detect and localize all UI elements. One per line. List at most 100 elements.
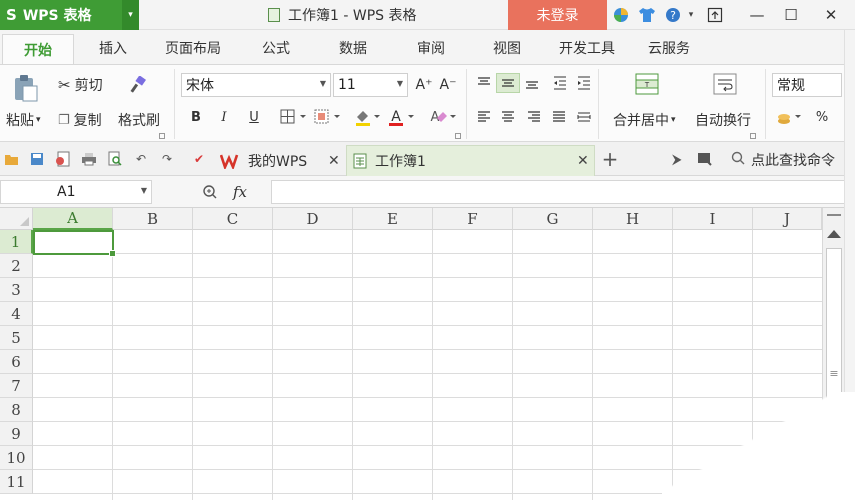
row-header-6[interactable]: 6 — [0, 350, 33, 374]
tab-my-wps[interactable]: 我的WPS ✕ — [218, 145, 344, 176]
tab-developer[interactable]: 开发工具 — [559, 38, 615, 58]
scroll-up-icon[interactable] — [827, 230, 841, 238]
wrap-text-button[interactable]: 自动换行 — [695, 110, 751, 130]
paste-icon[interactable] — [12, 73, 40, 103]
percent-button[interactable]: % — [812, 107, 832, 127]
merge-center-button[interactable]: 合并居中 ▾ — [613, 110, 676, 130]
align-center-icon[interactable] — [498, 107, 518, 127]
row-header-8[interactable]: 8 — [0, 398, 33, 422]
tab-cloud[interactable]: 云服务 — [648, 38, 690, 58]
row-header-2[interactable]: 2 — [0, 254, 33, 278]
distributed-align-icon[interactable] — [574, 107, 594, 127]
merge-dropdown[interactable]: ▾ — [671, 115, 676, 125]
increase-indent-icon[interactable] — [574, 73, 594, 93]
app-menu-button[interactable]: S WPS 表格 — [0, 0, 122, 30]
borders-button[interactable] — [278, 107, 312, 127]
name-box[interactable]: A1 ▼ — [0, 180, 152, 204]
column-header-h[interactable]: H — [593, 208, 673, 230]
align-bottom-icon[interactable] — [522, 73, 542, 93]
print-preview-icon[interactable] — [106, 150, 124, 168]
formula-input[interactable] — [271, 180, 855, 204]
column-header-d[interactable]: D — [273, 208, 353, 230]
align-right-icon[interactable] — [524, 107, 544, 127]
close-tab-icon[interactable]: ✕ — [328, 153, 340, 169]
zoom-formula-icon[interactable] — [200, 182, 220, 202]
format-painter-icon[interactable] — [128, 75, 148, 95]
font-color-button[interactable]: A — [386, 107, 420, 127]
new-tab-button[interactable]: + — [601, 147, 619, 171]
print-icon[interactable] — [80, 150, 98, 168]
row-header-4[interactable]: 4 — [0, 302, 33, 326]
minimize-button[interactable]: — — [738, 0, 776, 30]
tab-formulas[interactable]: 公式 — [262, 38, 290, 58]
underline-button[interactable]: U — [244, 107, 264, 127]
column-header-a[interactable]: A — [33, 208, 113, 230]
tab-page-layout[interactable]: 页面布局 — [165, 38, 221, 58]
row-header-5[interactable]: 5 — [0, 326, 33, 350]
row-header-9[interactable]: 9 — [0, 422, 33, 446]
fill-color-button[interactable] — [352, 107, 386, 127]
command-search[interactable]: 点此查找命令 — [731, 150, 835, 170]
clipboard-launcher-icon[interactable] — [159, 133, 165, 139]
bold-button[interactable]: B — [186, 107, 206, 127]
column-header-f[interactable]: F — [433, 208, 513, 230]
select-all-corner[interactable] — [0, 208, 33, 230]
maximize-button[interactable]: ☐ — [772, 0, 810, 30]
decrease-indent-icon[interactable] — [550, 73, 570, 93]
insert-function-button[interactable]: fx — [230, 182, 250, 202]
customize-qat-icon[interactable]: ✔ — [190, 150, 208, 168]
app-menu-dropdown[interactable]: ▾ — [122, 0, 139, 30]
skin-icon[interactable] — [638, 6, 656, 24]
row-header-11[interactable]: 11 — [0, 470, 33, 494]
export-pdf-icon[interactable] — [54, 150, 72, 168]
cut-button[interactable]: ✂ 剪切 — [58, 75, 103, 95]
row-header-7[interactable]: 7 — [0, 374, 33, 398]
redo-icon[interactable]: ↷ — [158, 150, 176, 168]
chevron-down-icon[interactable]: ▼ — [141, 186, 147, 195]
column-header-g[interactable]: G — [513, 208, 593, 230]
split-handle[interactable] — [827, 214, 841, 216]
wrap-text-icon[interactable] — [712, 71, 738, 97]
merge-cells-icon[interactable]: T — [634, 71, 660, 97]
align-top-icon[interactable] — [474, 73, 494, 93]
format-painter-button[interactable]: 格式刷 — [118, 110, 160, 130]
italic-button[interactable]: I — [214, 107, 234, 127]
tab-view[interactable]: 视图 — [493, 38, 521, 58]
login-button[interactable]: 未登录 — [508, 0, 607, 30]
align-middle-icon[interactable] — [496, 73, 520, 93]
font-size-select[interactable]: 11 ▼ — [333, 73, 408, 97]
tab-review[interactable]: 审阅 — [417, 38, 445, 58]
tab-insert[interactable]: 插入 — [99, 38, 127, 58]
restore-layout-button[interactable] — [696, 0, 734, 30]
column-header-c[interactable]: C — [193, 208, 273, 230]
column-header-e[interactable]: E — [353, 208, 433, 230]
font-launcher-icon[interactable] — [455, 133, 461, 139]
alignment-launcher-icon[interactable] — [750, 133, 756, 139]
row-header-1[interactable]: 1 — [0, 230, 33, 254]
tab-home[interactable]: 开始 — [2, 34, 74, 64]
align-left-icon[interactable] — [474, 107, 494, 127]
column-header-i[interactable]: I — [673, 208, 753, 230]
row-header-10[interactable]: 10 — [0, 446, 33, 470]
cell-style-button[interactable] — [312, 107, 346, 127]
help-icon[interactable]: ? — [664, 6, 682, 24]
decrease-font-button[interactable]: A⁻ — [438, 75, 458, 95]
save-icon[interactable] — [28, 150, 46, 168]
open-folder-icon[interactable] — [3, 150, 21, 168]
column-header-b[interactable]: B — [113, 208, 193, 230]
increase-font-button[interactable]: A⁺ — [414, 75, 434, 95]
tab-workbook1[interactable]: 工作簿1 ✕ — [346, 145, 595, 176]
inbox-icon[interactable] — [696, 150, 714, 168]
tab-data[interactable]: 数据 — [339, 38, 367, 58]
close-button[interactable]: ✕ — [812, 0, 850, 30]
paste-dropdown[interactable]: ▾ — [36, 115, 41, 125]
clear-format-button[interactable]: A — [426, 107, 460, 127]
font-name-select[interactable]: 宋体 ▼ — [181, 73, 331, 97]
undo-icon[interactable]: ↶ — [132, 150, 150, 168]
column-header-j[interactable]: J — [753, 208, 822, 230]
row-header-3[interactable]: 3 — [0, 278, 33, 302]
paste-button[interactable]: 粘贴 ▾ — [6, 110, 41, 130]
active-cell-a1[interactable] — [33, 230, 116, 257]
tab-list-icon[interactable]: ⮞ — [668, 150, 686, 168]
currency-format-icon[interactable] — [776, 107, 806, 127]
